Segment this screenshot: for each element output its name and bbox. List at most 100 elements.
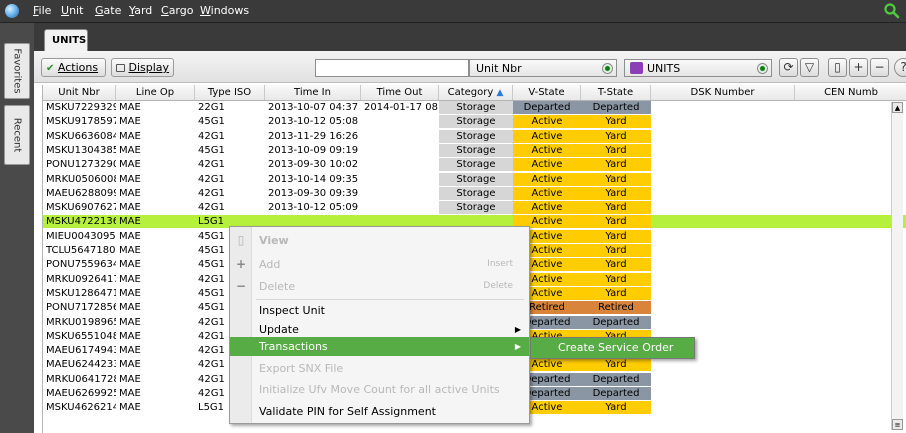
cell-t-state: Yard [581,172,651,186]
cell-t-state: Yard [581,143,651,157]
cell-dsk-number [651,230,795,243]
display-button[interactable]: Display [111,58,174,77]
col-t-state[interactable]: T-State [581,85,651,100]
menu-yard[interactable]: Yard [129,4,152,17]
cell-unit-nbr: MSKU9178597 [46,116,116,128]
col-time-out[interactable]: Time Out [361,85,439,100]
cell-t-state: Yard [581,129,651,143]
cell-unit-nbr: MAEU6288099 [46,187,116,199]
cell-dsk-number [651,401,795,414]
entity-select[interactable]: UNITS [624,59,772,77]
table-row[interactable]: MRKU0506008 MAE 42G1 2013-10-14 09:35 Storag… [43,172,906,186]
table-row[interactable]: MAEU6288099 MAE 42G1 2013-09-30 09:39 Storag… [43,186,906,200]
menu-item-export-snx[interactable]: Export SNX File [230,357,529,380]
cell-unit-nbr: MSKU4722136 [46,216,116,228]
filter-value-input[interactable] [315,59,469,77]
cell-unit-nbr: MAEU6244233 [46,359,116,371]
cell-time-in: 2013-10-12 05:08 [268,116,359,128]
cell-dsk-number [651,373,795,386]
table-row[interactable]: MSKU9178597 MAE 45G1 2013-10-12 05:08 Storag… [43,115,906,129]
cell-line-op: MAE [119,216,141,228]
cell-t-state: Yard [581,358,651,372]
cell-dsk-number [651,173,795,186]
table-row[interactable]: MSKU6907627 MAE 42G1 2013-10-12 05:09 Storag… [43,201,906,215]
cell-unit-nbr: MSKU7229329 [46,102,116,113]
cell-time-in: 2013-09-30 09:39 [268,187,359,199]
cell-unit-nbr: MRKU0198965 [46,316,116,328]
search-icon[interactable] [883,2,901,20]
menu-item-create-service-order[interactable]: Create Service Order [558,341,673,354]
filter-icon[interactable]: ▽ [800,58,819,77]
cell-type-iso: 42G1 [198,173,225,185]
table-row[interactable]: MSKU6636084 MAE 42G1 2013-11-29 16:26 Storag… [43,129,906,143]
app-logo-icon[interactable] [5,4,19,18]
remove-icon[interactable]: − [870,58,889,77]
cell-unit-nbr: MSKU1304385 [46,144,116,156]
cell-time-out [361,201,439,214]
cell-cen-number [795,287,906,300]
col-line-op[interactable]: Line Op [116,85,195,100]
menu-bar: File Unit Gate Yard Cargo Windows [0,0,906,23]
menu-file[interactable]: File [33,4,51,17]
cell-unit-nbr: MSKU4626214 [46,402,116,414]
cell-line-op: MAE [119,388,141,399]
cell-dsk-number [651,158,795,171]
col-cen-number[interactable]: CEN Numb [795,85,906,100]
menu-item-validate-pin[interactable]: Validate PIN for Self Assignment [230,400,529,423]
tab-units[interactable]: UNITS [44,29,88,51]
cell-t-state: Yard [581,244,651,257]
menu-gate[interactable]: Gate [95,4,121,17]
menu-item-transactions[interactable]: Transactions ▶ [230,337,529,356]
tab-favorites[interactable]: Favorites [4,43,30,99]
col-type-iso[interactable]: Type ISO [195,85,265,100]
tab-recent[interactable]: Recent [4,105,30,165]
actions-button[interactable]: ✔ Actions [41,58,106,77]
cell-type-iso: 45G1 [198,144,225,156]
refresh-icon[interactable]: ⟳ [779,58,798,77]
table-row[interactable]: PONU1273290 MAE 42G1 2013-09-30 10:02 Storag… [43,158,906,172]
filter-field-select[interactable]: Unit Nbr [469,59,617,77]
cell-cen-number [795,273,906,286]
col-v-state[interactable]: V-State [513,85,581,100]
blank-page-icon[interactable]: ▯ [828,58,847,77]
cell-cen-number [795,358,906,371]
cell-t-state: Yard [581,115,651,129]
menu-item-delete[interactable]: − Delete Delete [230,275,529,298]
cell-category: Storage [439,115,513,129]
cell-unit-nbr: PONU1273290 [46,159,116,171]
context-menu: ▯ View + Add Insert − Delete Delete Insp… [229,226,530,424]
cell-type-iso: 22G1 [198,102,225,113]
cell-unit-nbr: MIEU0043095 [46,230,116,242]
menu-item-view[interactable]: ▯ View [230,229,529,252]
cell-line-op: MAE [119,316,141,328]
menu-item-add[interactable]: + Add Insert [230,253,529,276]
scroll-up-icon[interactable]: ▲ [892,102,903,113]
dropdown-icon[interactable] [602,63,613,74]
col-time-in[interactable]: Time In [265,85,361,100]
menu-unit[interactable]: Unit [61,4,83,17]
submenu-arrow-icon: ▶ [514,342,521,351]
cell-time-out [361,187,439,200]
cell-t-state: Yard [581,201,651,215]
table-row[interactable]: MSKU7229329 MAE 22G1 2013-10-07 04:37 2014-0… [43,101,906,114]
col-dsk-number[interactable]: DSK Number [651,85,795,100]
col-unit-nbr[interactable]: Unit Nbr [43,85,116,100]
help-icon[interactable]: ? [894,58,906,77]
cell-category: Storage [439,129,513,143]
col-category[interactable]: Category ▲ [439,85,513,100]
menu-windows[interactable]: Windows [200,4,249,17]
cell-dsk-number [651,144,795,157]
cell-cen-number [795,373,906,386]
grid-vertical-scrollbar[interactable]: ▲ ≡ [891,102,903,430]
plus-icon: + [235,257,247,271]
cell-type-iso: 42G1 [198,202,225,214]
cell-category: Storage [439,101,513,114]
menu-item-initialize-move-count[interactable]: Initialize Ufv Move Count for all active… [230,378,529,401]
scroll-down-icon[interactable]: ≡ [892,419,903,430]
menu-cargo[interactable]: Cargo [161,4,193,17]
dropdown-icon[interactable] [757,63,768,74]
cell-line-op: MAE [119,330,141,342]
add-icon[interactable]: + [849,58,868,77]
cell-line-op: MAE [119,187,141,199]
table-row[interactable]: MSKU1304385 MAE 45G1 2013-10-09 09:19 Storag… [43,143,906,157]
